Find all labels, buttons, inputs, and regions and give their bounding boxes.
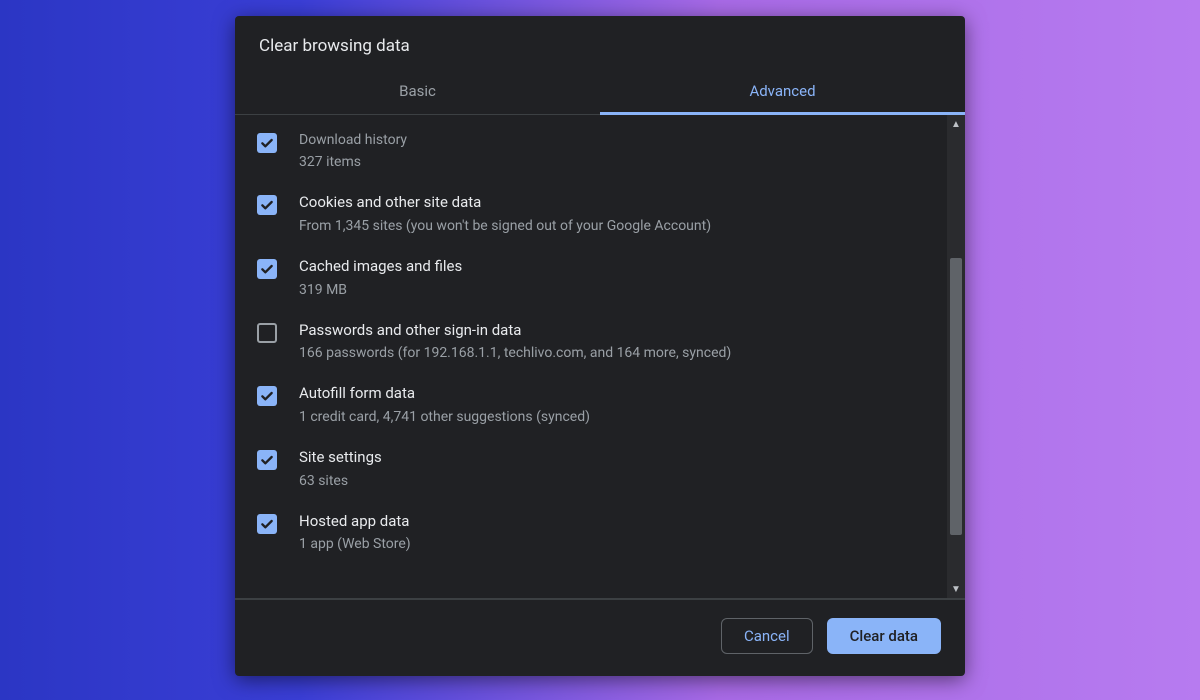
option-label: Passwords and other sign-in data	[299, 321, 731, 341]
clear-browsing-data-dialog: Clear browsing data Basic Advanced Downl…	[235, 16, 965, 676]
option-download-history: Download history 327 items	[257, 121, 941, 183]
option-description: 63 sites	[299, 472, 382, 490]
scroll-thumb[interactable]	[950, 258, 962, 535]
option-passwords: Passwords and other sign-in data 166 pass…	[257, 311, 941, 375]
option-cookies: Cookies and other site data From 1,345 si…	[257, 183, 941, 247]
options-viewport: Download history 327 items Cookies and oth…	[235, 115, 965, 598]
cancel-button[interactable]: Cancel	[721, 618, 813, 654]
checkbox-passwords[interactable]	[257, 323, 277, 343]
checkbox-download-history[interactable]	[257, 133, 277, 153]
scroll-down-arrow-icon[interactable]: ▼	[947, 580, 965, 598]
option-description: 319 MB	[299, 281, 462, 299]
tab-advanced[interactable]: Advanced	[600, 70, 965, 114]
option-label: Hosted app data	[299, 512, 411, 532]
options-list: Download history 327 items Cookies and oth…	[235, 115, 947, 598]
scrollbar[interactable]: ▲ ▼	[947, 115, 965, 598]
scroll-up-arrow-icon[interactable]: ▲	[947, 115, 965, 133]
option-description: 166 passwords (for 192.168.1.1, techlivo…	[299, 344, 731, 362]
option-site-settings: Site settings 63 sites	[257, 438, 941, 502]
option-label: Site settings	[299, 448, 382, 468]
dialog-footer: Cancel Clear data	[235, 599, 965, 676]
clear-data-button[interactable]: Clear data	[827, 618, 941, 654]
dialog-title: Clear browsing data	[235, 16, 965, 70]
scroll-track[interactable]	[947, 133, 965, 580]
option-description: 327 items	[299, 153, 407, 171]
option-autofill: Autofill form data 1 credit card, 4,741 o…	[257, 374, 941, 438]
option-cached: Cached images and files 319 MB	[257, 247, 941, 311]
option-label: Cached images and files	[299, 257, 462, 277]
option-description: From 1,345 sites (you won't be signed ou…	[299, 217, 711, 235]
checkbox-site-settings[interactable]	[257, 450, 277, 470]
option-label: Download history	[299, 131, 407, 149]
tabs: Basic Advanced	[235, 70, 965, 115]
option-label: Autofill form data	[299, 384, 590, 404]
checkbox-hosted-app[interactable]	[257, 514, 277, 534]
option-description: 1 credit card, 4,741 other suggestions (…	[299, 408, 590, 426]
checkbox-cookies[interactable]	[257, 195, 277, 215]
option-hosted-app: Hosted app data 1 app (Web Store)	[257, 502, 941, 566]
checkbox-autofill[interactable]	[257, 386, 277, 406]
checkbox-cached[interactable]	[257, 259, 277, 279]
tab-basic[interactable]: Basic	[235, 70, 600, 114]
option-label: Cookies and other site data	[299, 193, 711, 213]
option-description: 1 app (Web Store)	[299, 535, 411, 553]
